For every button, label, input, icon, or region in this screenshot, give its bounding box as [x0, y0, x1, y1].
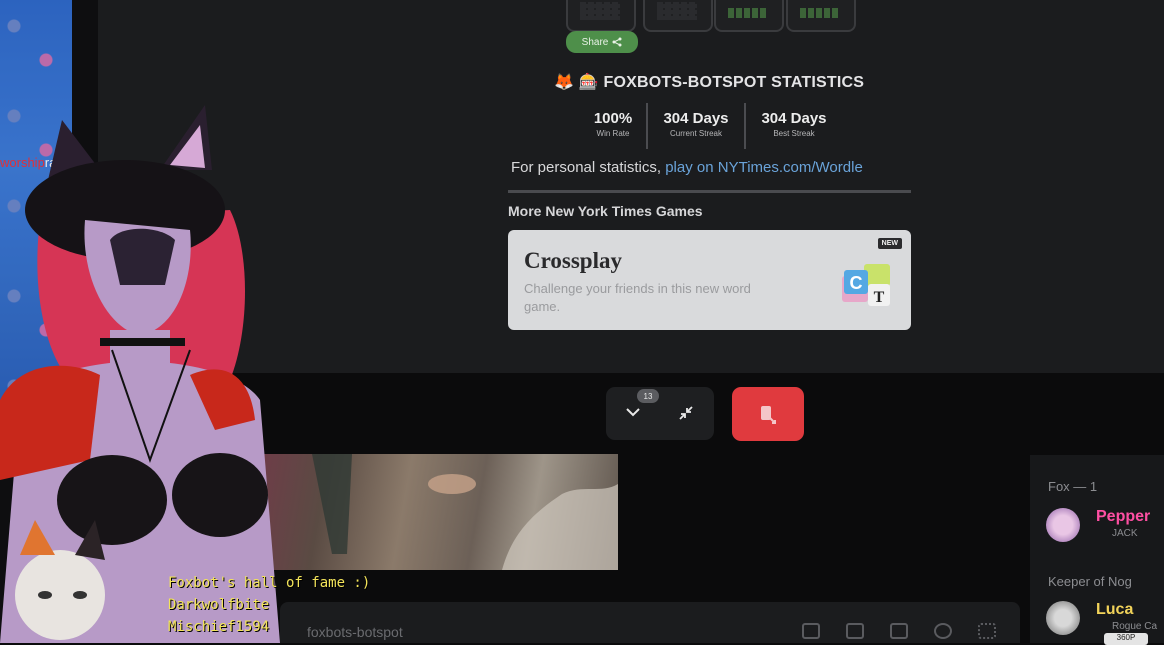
emoji-icon[interactable] [934, 623, 952, 639]
share-label: Share [581, 36, 609, 48]
member-name-pepper[interactable]: Pepper [1096, 508, 1150, 526]
stat-label: Best Streak [773, 129, 815, 138]
chevron-down-icon[interactable] [624, 405, 642, 419]
hall-of-fame-entry: Darkwolfbite [168, 597, 270, 613]
crossplay-card[interactable]: NEW Crossplay Challenge your friends in … [508, 230, 911, 330]
member-status: JACK [1112, 528, 1138, 539]
call-controls-group [606, 387, 714, 440]
share-button[interactable]: Share [566, 31, 638, 53]
more-games-heading: More New York Times Games [508, 203, 703, 219]
member-group-fox: Fox — 1 [1048, 479, 1098, 494]
stats-title: 🦊 🎰 FOXBOTS-BOTSPOT STATISTICS [554, 74, 865, 91]
stat-divider [744, 103, 746, 149]
gif-icon[interactable] [846, 623, 864, 639]
hall-of-fame-overlay: Foxbot's hall of fame :) Darkwolfbite Mi… [168, 572, 370, 638]
result-tile-4[interactable] [786, 0, 856, 32]
gift-icon[interactable] [802, 623, 820, 639]
stat-best-streak: 304 Days Best Streak [754, 110, 834, 138]
notification-count-badge: 13 [637, 389, 659, 403]
card-description: Challenge your friends in this new word … [524, 281, 751, 314]
stat-divider [646, 103, 648, 149]
share-icon [612, 37, 622, 47]
result-tile-3[interactable] [714, 0, 784, 32]
hall-of-fame-entry: Mischief1594 [168, 619, 270, 635]
hall-of-fame-title: Foxbot's hall of fame :) [168, 575, 371, 591]
resolution-badge: 360P [1104, 633, 1148, 645]
stat-value: 100% [593, 110, 633, 127]
stat-label: Win Rate [596, 129, 630, 138]
member-status: Rogue Ca [1112, 621, 1158, 632]
svg-text:C: C [850, 273, 863, 293]
divider [508, 190, 911, 193]
avatar[interactable] [1046, 601, 1080, 635]
sticker-icon[interactable] [890, 623, 908, 639]
card-title: Crossplay [524, 248, 622, 273]
result-tile-1[interactable] [566, 0, 636, 32]
svg-text:T: T [874, 289, 885, 306]
crossplay-logo-icon: C T [842, 264, 890, 306]
stat-value: 304 Days [663, 110, 729, 127]
nytimes-wordle-link[interactable]: play on NYTimes.com/Wordle [665, 159, 863, 176]
leave-activity-icon [761, 406, 776, 424]
stat-win-rate: 100% Win Rate [588, 110, 638, 138]
personal-stats-text: For personal statistics, play on NYTimes… [511, 159, 863, 176]
leave-activity-button[interactable] [732, 387, 804, 441]
result-tile-2[interactable] [643, 0, 713, 32]
member-group-keeper: Keeper of Nog [1048, 574, 1132, 589]
video-feed [262, 454, 618, 570]
video-frame-image [312, 454, 618, 570]
member-name-luca[interactable]: Luca [1096, 601, 1133, 619]
stat-current-streak: 304 Days Current Streak [656, 110, 736, 138]
avatar[interactable] [1046, 508, 1080, 542]
personal-prefix: For personal statistics, [511, 159, 666, 176]
vtuber-avatar-image [0, 105, 280, 643]
stat-label: Current Streak [669, 129, 723, 138]
minimize-icon[interactable] [676, 403, 696, 423]
new-badge: NEW [877, 238, 902, 249]
stat-value: 304 Days [761, 110, 827, 127]
apps-icon[interactable] [978, 623, 996, 639]
